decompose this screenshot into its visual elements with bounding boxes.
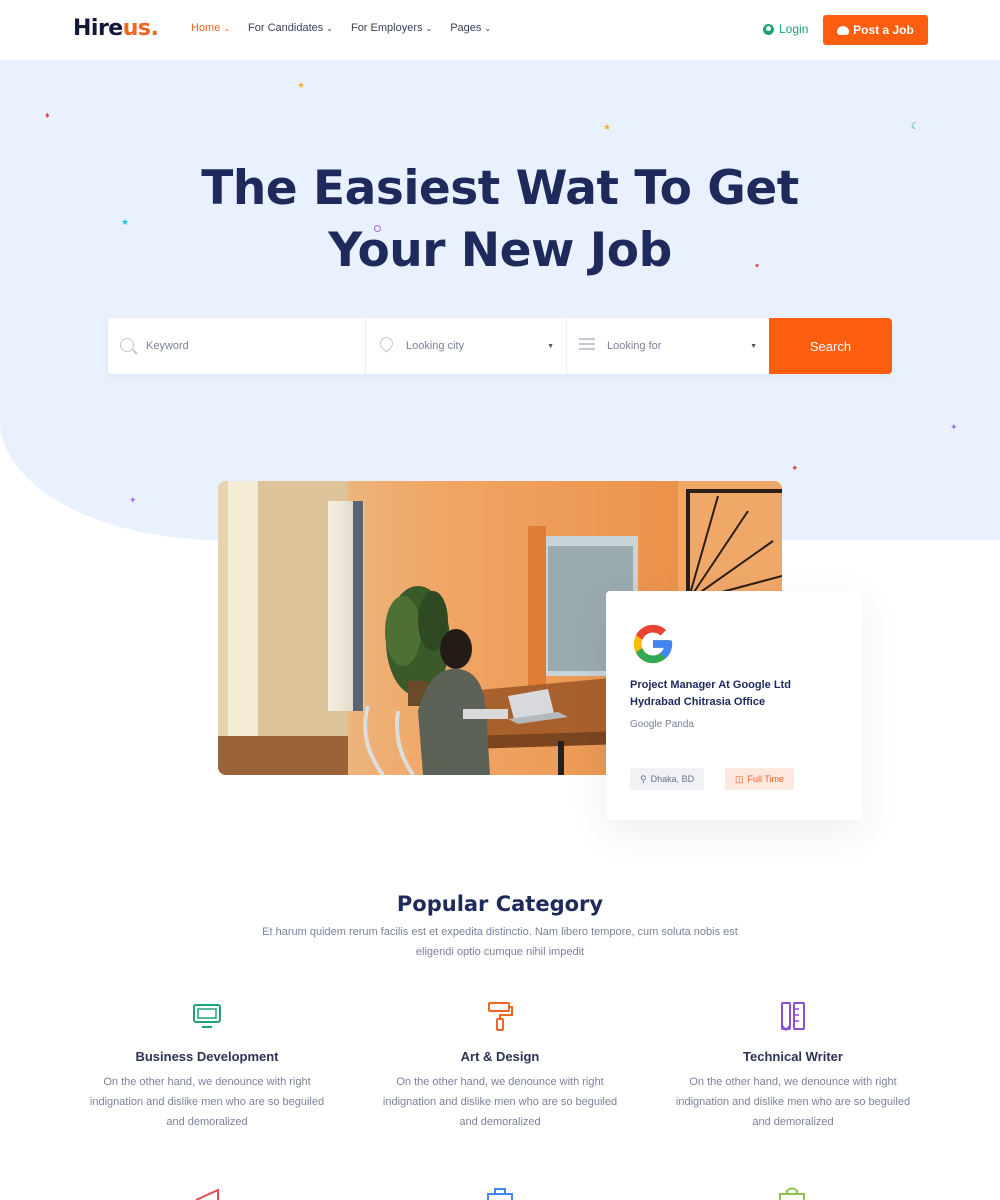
nav-item-pages[interactable]: Pages ⌄ <box>450 22 491 34</box>
sparkle-decoration: ✦ <box>791 463 799 473</box>
city-select[interactable]: Looking city ▼ <box>366 318 567 374</box>
briefcase-icon: ◫ <box>735 773 744 784</box>
hero-background <box>0 60 1000 540</box>
featured-job-card[interactable]: Project Manager At Google Ltd Hydrabad C… <box>606 591 862 820</box>
company-name: Google Panda <box>630 719 694 730</box>
google-logo-icon <box>633 624 673 664</box>
sparkle-decoration: ✦ <box>950 422 958 432</box>
megaphone-icon <box>195 1188 219 1200</box>
caret-down-icon: ▼ <box>750 343 757 350</box>
paint-roller-icon <box>488 1002 513 1031</box>
nav-item-home[interactable]: Home ⌄ <box>191 22 230 34</box>
logo[interactable]: Hireus. <box>73 16 159 41</box>
site-header: Hireus. Home ⌄ For Candidates ⌄ For Employ… <box>0 0 1000 60</box>
chevron-down-icon: ⌄ <box>223 23 231 33</box>
chevron-down-icon: ⌄ <box>425 23 433 33</box>
star-decoration: ★ <box>121 217 130 227</box>
job-title[interactable]: Project Manager At Google Ltd Hydrabad C… <box>630 677 840 711</box>
hero-title: The Easiest Wat To Get Your New Job <box>201 161 799 278</box>
looking-for-select[interactable]: Looking for ▼ <box>567 318 769 374</box>
post-job-button[interactable]: Post a Job <box>823 15 928 45</box>
search-button[interactable]: Search <box>769 318 892 374</box>
job-search-bar: Keyword Looking city ▼ Looking for ▼ Sea… <box>108 318 892 374</box>
category-art-design[interactable]: Art & Design On the other hand, we denou… <box>380 1000 620 1132</box>
moon-decoration: ☾ <box>911 121 920 131</box>
category-business-development[interactable]: Business Development On the other hand, … <box>87 1000 327 1132</box>
list-icon <box>579 338 595 350</box>
caret-down-icon: ▼ <box>547 343 554 350</box>
category-technical-writer[interactable]: Technical Writer On the other hand, we d… <box>673 1000 913 1132</box>
location-tag: ⚲ Dhaka, BD <box>630 768 705 790</box>
shopping-bag-icon <box>779 1187 805 1200</box>
nav-item-for-employers[interactable]: For Employers ⌄ <box>351 22 432 34</box>
user-icon <box>763 23 774 35</box>
star-decoration: ★ <box>603 122 612 132</box>
search-icon <box>120 338 134 352</box>
keyword-input[interactable]: Keyword <box>108 318 366 374</box>
location-pin-icon: ⚲ <box>640 773 647 784</box>
pencil-ruler-icon <box>781 1002 805 1032</box>
briefcase-icon <box>487 1188 513 1200</box>
main-nav: Home ⌄ For Candidates ⌄ For Employers ⌄ Pag… <box>191 22 491 34</box>
chevron-down-icon: ⌄ <box>484 23 492 33</box>
chevron-down-icon: ⌄ <box>326 23 333 33</box>
section-subtitle: Et harum quidem rerum facilis est et exp… <box>262 926 738 958</box>
sparkle-decoration: ✦ <box>129 495 137 505</box>
section-title: Popular Category <box>396 892 604 916</box>
star-decoration: ★ <box>297 80 306 90</box>
login-link[interactable]: Login <box>763 22 808 36</box>
location-pin-icon <box>377 334 396 353</box>
monitor-icon <box>193 1004 221 1028</box>
nav-item-for-candidates[interactable]: For Candidates ⌄ <box>248 22 333 34</box>
job-type-tag: ◫ Full Time <box>725 768 795 790</box>
cloud-upload-icon <box>837 25 850 35</box>
sparkle-decoration: ♦ <box>45 110 50 120</box>
